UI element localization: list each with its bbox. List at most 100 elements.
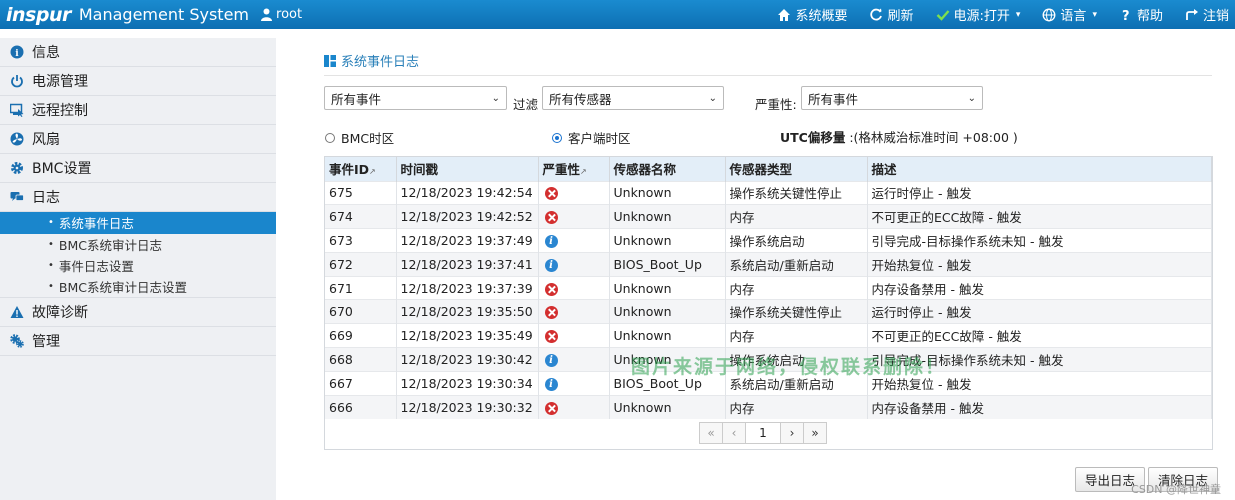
cell-description: 不可更正的ECC故障 - 触发	[867, 204, 1212, 229]
cell-sensor-type: 内存	[725, 275, 868, 300]
cell-timestamp: 12/18/2023 19:35:49	[396, 323, 539, 348]
table-row[interactable]: 672 12/18/2023 19:37:41 i BIOS_Boot_Up 系统启动/…	[325, 251, 1212, 277]
cell-event-id: 674	[325, 204, 397, 229]
bmc-timezone-radio[interactable]: BMC时区	[325, 128, 394, 147]
sidebar-item-remote-control[interactable]: 远程控制	[0, 96, 276, 125]
cell-description: 运行时停止 - 触发	[867, 180, 1212, 205]
last-page-button[interactable]: »	[803, 422, 827, 444]
cell-severity	[538, 394, 610, 419]
utc-offset: UTC偏移量 :(格林威治标准时间 +08:00 )	[780, 127, 1018, 146]
col-sensor-type[interactable]: 传感器类型	[725, 157, 868, 181]
sort-icon: ↗	[580, 167, 587, 177]
sidebar-item-diagnostics[interactable]: 故障诊断	[0, 298, 276, 327]
cell-event-id: 667	[325, 370, 397, 396]
user-icon	[261, 8, 273, 21]
nav-help[interactable]: ? 帮助	[1119, 5, 1163, 25]
client-timezone-radio[interactable]: 客户端时区	[552, 128, 631, 147]
cell-severity: i	[538, 347, 610, 372]
home-icon	[778, 8, 791, 21]
cell-event-id: 671	[325, 275, 397, 300]
sidebar-item-logs[interactable]: 日志	[0, 183, 276, 212]
table-row[interactable]: 673 12/18/2023 19:37:49 i Unknown 操作系统启动 引导完成…	[325, 228, 1212, 253]
cell-description: 引导完成-目标操作系统未知 - 触发	[867, 228, 1212, 253]
sidebar-item-bmc-settings[interactable]: BMC设置	[0, 154, 276, 183]
cell-severity	[538, 299, 610, 324]
cell-event-id: 675	[325, 180, 397, 205]
event-log-table: 事件ID↗ 时间戳 严重性↗ 传感器名称 传感器类型 描述 675 12/18/2…	[324, 156, 1213, 450]
table-row[interactable]: 666 12/18/2023 19:30:32 Unknown 内存 内存设备禁用 - …	[325, 394, 1212, 419]
cell-sensor-type: 内存	[725, 204, 868, 229]
col-severity[interactable]: 严重性↗	[538, 157, 610, 181]
cell-description: 内存设备禁用 - 触发	[867, 275, 1212, 300]
next-page-button[interactable]: ›	[780, 422, 804, 444]
error-icon	[544, 330, 558, 344]
cell-timestamp: 12/18/2023 19:42:54	[396, 180, 539, 205]
cell-sensor-type: 内存	[725, 394, 868, 419]
grid-icon	[324, 54, 336, 67]
info-icon: i	[544, 353, 558, 367]
table-row[interactable]: 669 12/18/2023 19:35:49 Unknown 内存 不可更正的ECC故…	[325, 323, 1212, 348]
top-bar: inspur Management System root 系统概要 刷新 电源…	[0, 0, 1235, 29]
sidebar-item-info[interactable]: i 信息	[0, 38, 276, 67]
cell-event-id: 673	[325, 228, 397, 253]
chevron-down-icon: ⌄	[967, 92, 976, 104]
cell-sensor-name: Unknown	[609, 180, 726, 205]
nav-language-menu[interactable]: 语言 ▾	[1042, 5, 1097, 24]
first-page-button[interactable]: «	[699, 422, 723, 444]
severity-label: 严重性:	[755, 97, 797, 112]
sidebar-item-fan[interactable]: 风扇	[0, 125, 276, 154]
radio-button[interactable]	[325, 132, 335, 143]
sidebar-subitem-system-event-log[interactable]: • 系统事件日志	[0, 212, 276, 234]
svg-text:?: ?	[1122, 9, 1130, 22]
table-row[interactable]: 670 12/18/2023 19:35:50 Unknown 操作系统关键性停止 运行…	[325, 299, 1212, 324]
radio-button-selected[interactable]	[552, 132, 562, 143]
info-icon: i	[544, 234, 558, 248]
logout-icon	[1186, 8, 1198, 20]
severity-select[interactable]: 所有事件 ⌄	[801, 86, 983, 110]
info-icon: i	[10, 45, 24, 59]
table-row[interactable]: 675 12/18/2023 19:42:54 Unknown 操作系统关键性停止 运行…	[325, 180, 1212, 205]
current-page[interactable]: 1	[745, 422, 781, 444]
top-nav: 系统概要 刷新 电源:打开 ▾ 语言 ▾ ? 帮助 注销	[755, 0, 1229, 29]
sidebar: i 信息 电源管理 远程控制 风扇 BMC设置 日志 • 系统事件日志 • BMC系…	[0, 38, 276, 500]
sidebar-subitem-event-log-settings[interactable]: • 事件日志设置	[0, 255, 276, 277]
chevron-down-icon: ⌄	[491, 92, 500, 104]
nav-system-overview[interactable]: 系统概要	[777, 5, 847, 24]
gear-icon	[10, 161, 24, 175]
chevron-down-icon: ▾	[1092, 9, 1097, 20]
col-event-id[interactable]: 事件ID↗	[325, 157, 397, 181]
sensor-select[interactable]: 所有传感器 ⌄	[542, 86, 724, 110]
cell-severity: i	[538, 251, 610, 277]
cell-description: 运行时停止 - 触发	[867, 299, 1212, 324]
nav-refresh[interactable]: 刷新	[869, 5, 914, 24]
cell-sensor-type: 操作系统关键性停止	[725, 299, 868, 324]
nav-power-menu[interactable]: 电源:打开 ▾	[936, 5, 1020, 24]
cell-description: 不可更正的ECC故障 - 触发	[867, 323, 1212, 348]
cell-event-id: 666	[325, 394, 397, 419]
main-content: 系统事件日志 所有事件 ⌄ 过滤 所有传感器 ⌄ 严重性: 所有事件 ⌄ BMC时区 …	[277, 38, 1235, 500]
filter-label: 过滤	[513, 97, 539, 112]
sidebar-subitem-bmc-audit-log-settings[interactable]: • BMC系统审计日志设置	[0, 277, 276, 298]
info-icon: i	[544, 377, 558, 391]
sidebar-subitem-bmc-audit-log[interactable]: • BMC系统审计日志	[0, 234, 276, 256]
col-timestamp[interactable]: 时间戳	[396, 157, 539, 181]
event-type-select[interactable]: 所有事件 ⌄	[324, 86, 507, 110]
cell-timestamp: 12/18/2023 19:37:49	[396, 228, 539, 253]
col-sensor-name[interactable]: 传感器名称	[609, 157, 726, 181]
prev-page-button[interactable]: ‹	[722, 422, 746, 444]
utc-offset-label: UTC偏移量	[780, 130, 846, 145]
table-row[interactable]: 671 12/18/2023 19:37:39 Unknown 内存 内存设备禁用 - …	[325, 275, 1212, 300]
title-divider	[324, 75, 1212, 76]
error-icon	[544, 306, 558, 320]
table-row[interactable]: 674 12/18/2023 19:42:52 Unknown 内存 不可更正的ECC故…	[325, 204, 1212, 229]
sidebar-item-management[interactable]: 管理	[0, 327, 276, 356]
sidebar-item-power[interactable]: 电源管理	[0, 67, 276, 96]
warning-icon	[10, 305, 24, 319]
cell-timestamp: 12/18/2023 19:30:32	[396, 394, 539, 419]
cell-event-id: 669	[325, 323, 397, 348]
error-icon	[544, 282, 558, 296]
error-icon	[544, 401, 558, 415]
col-description[interactable]: 描述	[867, 157, 1212, 181]
refresh-icon	[870, 8, 883, 20]
nav-logout[interactable]: 注销	[1185, 5, 1229, 24]
